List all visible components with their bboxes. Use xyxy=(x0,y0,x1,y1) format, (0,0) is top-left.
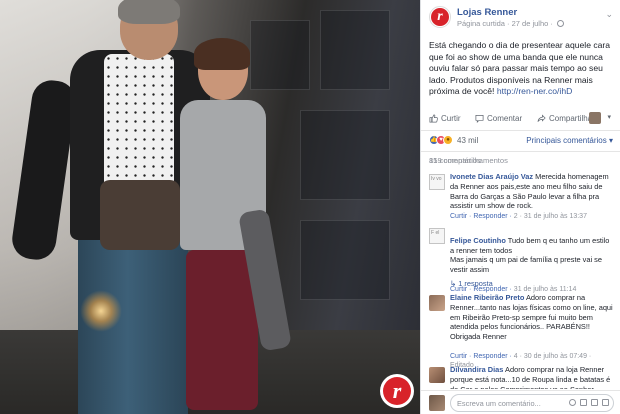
sticker-icon[interactable] xyxy=(602,399,609,406)
like-button[interactable]: Curtir xyxy=(429,114,461,123)
share-button[interactable]: Compartilhar xyxy=(537,114,595,123)
page-name-link[interactable]: Lojas Renner xyxy=(457,7,517,18)
comment-body: Elaine Ribeirão Preto Adoro comprar na R… xyxy=(450,293,615,370)
page-avatar[interactable]: r xyxy=(429,6,451,28)
emoji-icon[interactable] xyxy=(569,399,576,406)
share-label: Compartilhar xyxy=(549,114,595,123)
caret-down-icon[interactable]: ▾ xyxy=(607,113,611,121)
comment-label: Comentar xyxy=(487,114,523,123)
comment-author[interactable]: Dilvandira Dias xyxy=(450,365,503,374)
share-icon xyxy=(537,114,546,122)
post-header: r Lojas Renner Página curtida · 27 de ju… xyxy=(429,6,613,32)
comment-body: Dilvandira Dias Adoro comprar na loja Re… xyxy=(450,365,615,389)
photo-window xyxy=(250,20,310,90)
comment-author[interactable]: Felipe Coutinho xyxy=(450,236,506,245)
post-photo[interactable]: r xyxy=(0,0,420,414)
comment-actions[interactable]: Curtir · Responder · xyxy=(450,213,512,220)
comment-body: Ivonete Dias Araújo Vaz Merecida homenag… xyxy=(450,172,615,221)
comment-sort-dropdown[interactable]: Principais comentários ▾ xyxy=(526,136,613,145)
commenter-avatar[interactable]: F el xyxy=(429,228,445,244)
reactions-summary[interactable]: 👍 ♥ ● 43 mil Principais comentários ▾ xyxy=(429,135,613,147)
post-link[interactable]: http://ren-ner.co/ihD xyxy=(497,86,572,96)
comment-meta: Curtir · Responder · 2 · 31 de julho às … xyxy=(450,212,615,221)
comment-actions[interactable]: Curtir · Responder · xyxy=(450,353,512,360)
comment-icon xyxy=(475,114,484,123)
thumbs-up-icon xyxy=(429,114,438,123)
page-avatar-letter: r xyxy=(431,8,449,26)
man-hair xyxy=(118,0,180,24)
renner-logo-letter: r xyxy=(383,377,411,405)
renner-logo: r xyxy=(380,374,414,408)
camera-icon[interactable] xyxy=(580,399,587,406)
commenter-avatar[interactable]: Iv vo xyxy=(429,174,445,190)
comment-author[interactable]: Elaine Ribeirão Preto xyxy=(450,293,524,302)
post-text: Está chegando o dia de presentear aquele… xyxy=(429,40,617,98)
user-avatar xyxy=(429,395,445,411)
commenter-avatar[interactable] xyxy=(429,367,445,383)
man-tied-shirt xyxy=(100,180,180,250)
photo-window xyxy=(320,10,390,90)
commenter-avatar[interactable] xyxy=(429,295,445,311)
composer-icons xyxy=(569,399,609,406)
wow-reaction-icon: ● xyxy=(443,135,453,145)
post-meta: Página curtida · 27 de julho · xyxy=(457,19,564,28)
divider xyxy=(421,130,620,131)
post-sidebar: r Lojas Renner Página curtida · 27 de ju… xyxy=(420,0,620,414)
comment-author[interactable]: Ivonete Dias Araújo Vaz xyxy=(450,172,533,181)
comment-composer xyxy=(421,390,620,414)
comment-time: 31 de julho às 11:14 xyxy=(511,285,577,293)
post-stats: 159 compartilhamentos 81 comentários xyxy=(429,156,613,168)
gif-icon[interactable] xyxy=(591,399,598,406)
lens-flare xyxy=(80,290,122,332)
post-meta-text: Página curtida · 27 de julho · xyxy=(457,19,553,28)
globe-icon xyxy=(557,20,564,27)
chevron-down-icon[interactable]: ⌄ xyxy=(605,9,613,20)
reaction-count: 43 mil xyxy=(457,136,479,145)
photo-window xyxy=(300,110,390,200)
actor-selector-avatar[interactable] xyxy=(589,112,601,124)
boy-legs xyxy=(186,250,258,410)
boy-hair xyxy=(194,38,250,70)
comment-count: 81 comentários xyxy=(429,156,481,165)
divider xyxy=(421,151,620,152)
comment-like-count-time: 2 · 31 de julho às 13:37 xyxy=(511,213,587,221)
comment-button[interactable]: Comentar xyxy=(475,114,522,123)
photo-window xyxy=(300,220,390,300)
view-replies-link[interactable]: ↳ 1 resposta xyxy=(450,279,493,288)
post-actions: Curtir Comentar Compartilhar ▾ xyxy=(429,112,613,128)
like-label: Curtir xyxy=(441,114,461,123)
